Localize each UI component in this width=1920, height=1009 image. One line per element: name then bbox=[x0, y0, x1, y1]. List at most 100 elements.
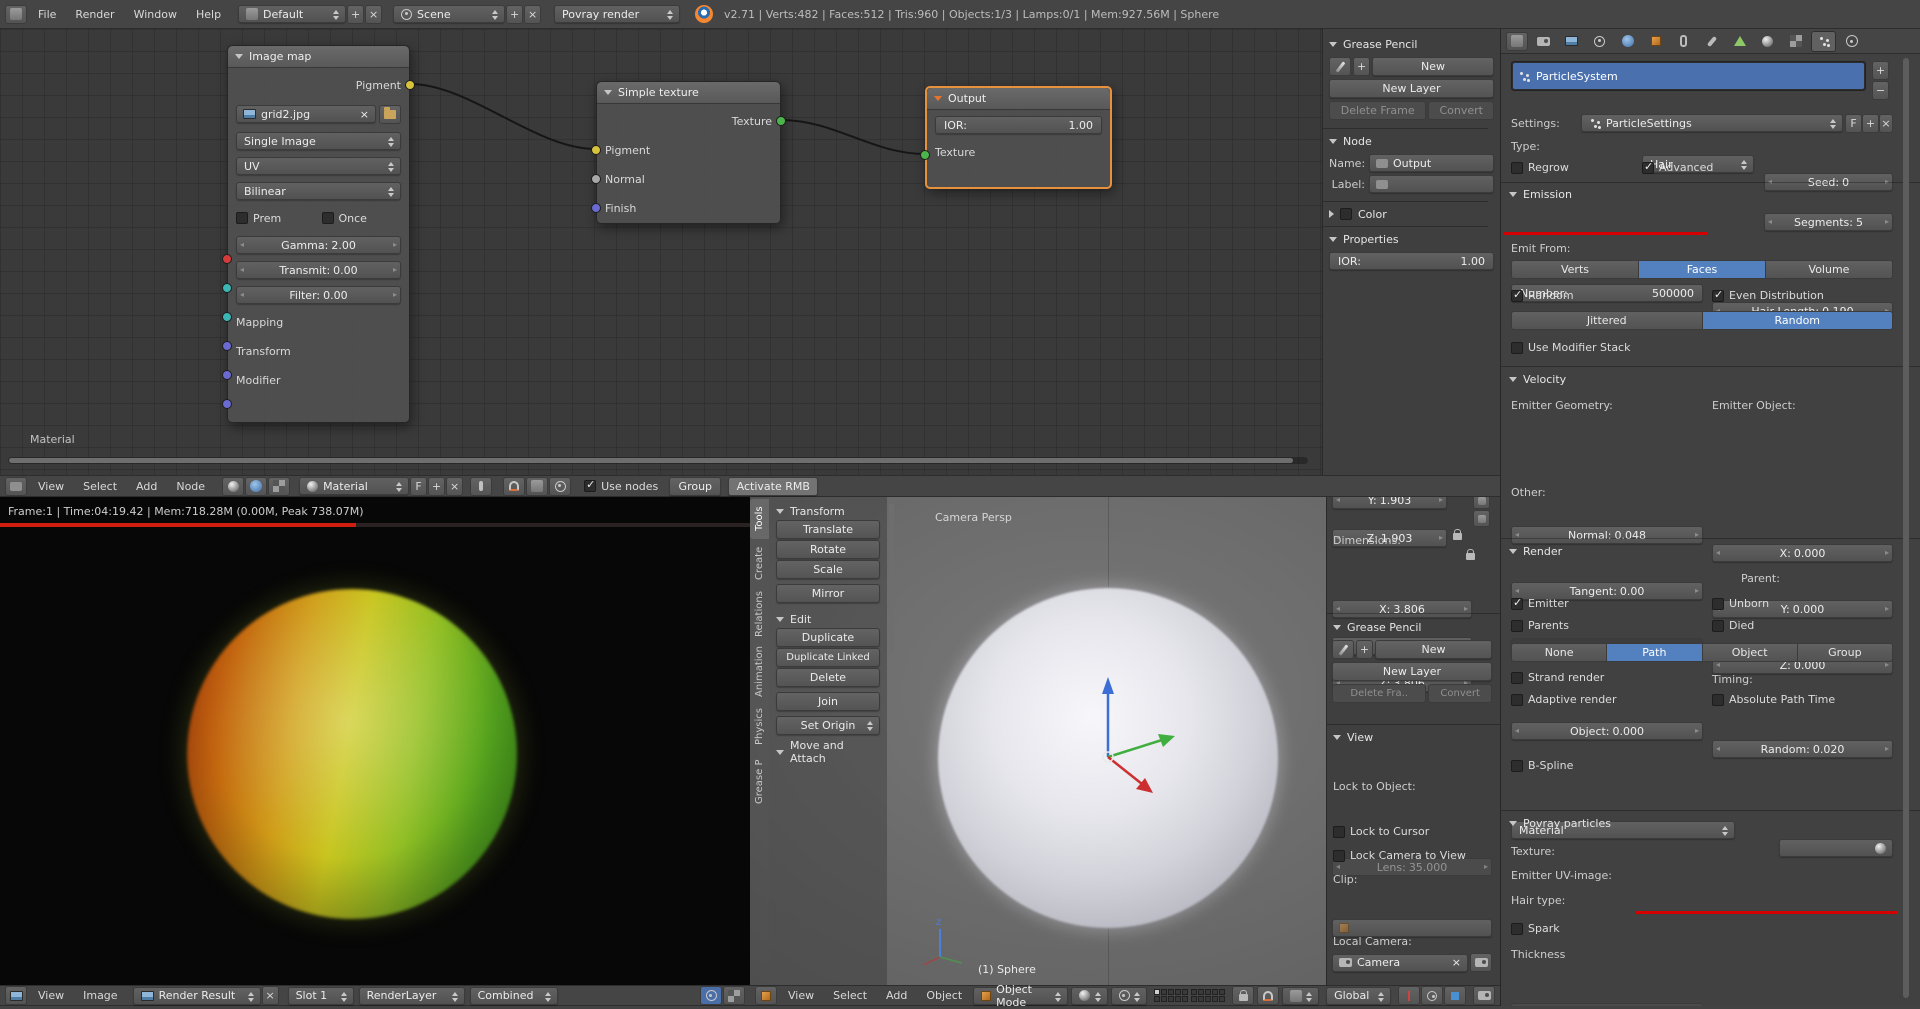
node-panel-header[interactable]: Node bbox=[1329, 131, 1494, 151]
snap-element-dropdown[interactable] bbox=[1282, 987, 1319, 1005]
unlink-camera-icon[interactable]: × bbox=[1452, 956, 1461, 969]
add-screen-layout-button[interactable]: + bbox=[347, 5, 364, 24]
grease-pencil-add-button[interactable]: + bbox=[1356, 640, 1373, 659]
parents-checkbox[interactable]: Parents bbox=[1511, 619, 1569, 632]
transform-input-socket[interactable] bbox=[222, 370, 232, 380]
prem-checkbox[interactable]: Prem bbox=[236, 212, 316, 225]
delete-frame-button[interactable]: Delete Fra.. bbox=[1332, 684, 1426, 703]
collapse-triangle[interactable] bbox=[934, 96, 942, 101]
convert-button[interactable]: Convert bbox=[1428, 101, 1494, 120]
edit-panel-header[interactable]: Edit bbox=[776, 610, 880, 628]
velocity-object-field[interactable]: Object:0.000 bbox=[1511, 722, 1703, 740]
opengl-render-button[interactable] bbox=[1473, 986, 1495, 1005]
grease-pencil-new-button[interactable]: New bbox=[1372, 57, 1494, 76]
render-object-button[interactable]: Object bbox=[1703, 643, 1798, 662]
transform-panel-header[interactable]: Transform bbox=[776, 502, 880, 520]
tab-render-layers[interactable] bbox=[1559, 31, 1584, 52]
editor-type-3d-button[interactable] bbox=[755, 986, 777, 1005]
tab-object-data[interactable] bbox=[1727, 31, 1752, 52]
gamma-input-socket[interactable] bbox=[222, 254, 232, 264]
activate-rmb-button[interactable]: Activate RMB bbox=[728, 477, 818, 496]
transmit-input-socket[interactable] bbox=[222, 283, 232, 293]
properties-scrollbar[interactable] bbox=[1903, 58, 1909, 998]
group-button[interactable]: Group bbox=[669, 477, 721, 496]
strand-render-checkbox[interactable]: Strand render bbox=[1511, 671, 1604, 684]
unlink-material-button[interactable]: × bbox=[446, 477, 463, 496]
velocity-panel-header[interactable]: Velocity bbox=[1509, 370, 1566, 388]
transform-manipulator[interactable] bbox=[1038, 637, 1208, 817]
layer-toggle[interactable] bbox=[1175, 996, 1181, 1002]
emit-from-faces-button[interactable]: Faces bbox=[1639, 260, 1766, 279]
tab-world[interactable] bbox=[1615, 31, 1640, 52]
viewport-canvas[interactable]: Camera Persp (1) Sphere z Tools Create R… bbox=[750, 497, 1500, 985]
new-layer-button[interactable]: New Layer bbox=[1329, 79, 1494, 98]
collapse-triangle[interactable] bbox=[235, 54, 243, 59]
random-distribution-button[interactable]: Random bbox=[1703, 311, 1894, 330]
join-button[interactable]: Join bbox=[776, 692, 880, 711]
render-layer-dropdown[interactable]: RenderLayer bbox=[359, 987, 465, 1005]
snap-toggle-button[interactable] bbox=[1257, 986, 1279, 1005]
layer-toggle[interactable] bbox=[1175, 989, 1181, 995]
layer-toggle[interactable] bbox=[1219, 996, 1225, 1002]
snap-toggle-button[interactable] bbox=[503, 477, 525, 496]
transform-orientation-dropdown[interactable]: Global bbox=[1326, 987, 1391, 1005]
menu-add[interactable]: Add bbox=[128, 476, 165, 496]
lock-to-scene-button[interactable] bbox=[1232, 986, 1254, 1005]
shader-type-world-toggle[interactable] bbox=[245, 477, 267, 496]
layer-toggle[interactable] bbox=[1154, 996, 1160, 1002]
advanced-checkbox[interactable]: Advanced bbox=[1642, 161, 1713, 174]
pivot-point-dropdown[interactable] bbox=[1111, 987, 1148, 1005]
tab-physics[interactable]: Physics bbox=[750, 703, 769, 751]
mapping-input-socket[interactable] bbox=[222, 341, 232, 351]
transmit-field[interactable]: Transmit:0.00 bbox=[236, 261, 401, 279]
layer-toggle[interactable] bbox=[1191, 989, 1197, 995]
node-image-map[interactable]: Image map Pigment grid2.jpg× Single Imag… bbox=[227, 45, 410, 423]
delete-screen-layout-button[interactable]: × bbox=[365, 5, 382, 24]
set-origin-button[interactable]: Set Origin bbox=[776, 716, 880, 735]
particle-system-list[interactable]: ParticleSystem bbox=[1511, 61, 1866, 91]
viewport-shading-dropdown[interactable] bbox=[1071, 987, 1108, 1005]
view-panel-header[interactable]: View bbox=[1333, 728, 1373, 746]
manipulator-scale-button[interactable] bbox=[1444, 986, 1466, 1005]
jittered-button[interactable]: Jittered bbox=[1511, 311, 1703, 330]
render-group-button[interactable]: Group bbox=[1798, 643, 1893, 662]
tab-object[interactable] bbox=[1643, 31, 1668, 52]
shader-type-material-toggle[interactable] bbox=[222, 477, 244, 496]
random-checkbox[interactable]: Random bbox=[1511, 289, 1574, 302]
pigment-output-socket[interactable] bbox=[405, 80, 415, 90]
tab-grease-pencil[interactable]: Grease P bbox=[750, 753, 769, 811]
tab-physics[interactable] bbox=[1839, 31, 1864, 52]
menu-view[interactable]: View bbox=[30, 986, 72, 1005]
tab-constraints[interactable] bbox=[1671, 31, 1696, 52]
grease-pencil-add-button[interactable]: + bbox=[1353, 57, 1370, 76]
translate-button[interactable]: Translate bbox=[776, 520, 880, 539]
grease-pencil-panel-header[interactable]: Grease Pencil bbox=[1329, 34, 1494, 54]
grease-pencil-draw-button[interactable] bbox=[1329, 57, 1351, 76]
layer-toggle[interactable] bbox=[1182, 996, 1188, 1002]
tab-animation[interactable]: Animation bbox=[750, 643, 769, 701]
render-nodes-button[interactable] bbox=[549, 477, 571, 496]
scale-y-field[interactable]: Y:1.903 bbox=[1332, 497, 1447, 509]
mirror-button[interactable]: Mirror bbox=[776, 584, 880, 603]
pigment-input-socket[interactable] bbox=[591, 145, 601, 155]
texture-input-socket[interactable] bbox=[920, 150, 930, 160]
menu-window[interactable]: Window bbox=[126, 0, 185, 28]
interpolation-dropdown[interactable]: Bilinear bbox=[236, 182, 401, 200]
image-datablock-field[interactable]: grid2.jpg× bbox=[236, 105, 376, 123]
render-pass-dropdown[interactable]: Combined bbox=[470, 987, 558, 1005]
tab-tools[interactable]: Tools bbox=[750, 499, 769, 539]
rotate-button[interactable]: Rotate bbox=[776, 540, 880, 559]
layer-toggle[interactable] bbox=[1212, 989, 1218, 995]
add-scene-button[interactable]: + bbox=[506, 5, 523, 24]
scale-options-button[interactable] bbox=[1473, 510, 1490, 527]
tab-create[interactable]: Create bbox=[750, 541, 769, 585]
delete-scene-button[interactable]: × bbox=[524, 5, 541, 24]
properties-panel-header[interactable]: Properties bbox=[1329, 229, 1494, 249]
layer-toggle[interactable] bbox=[1198, 989, 1204, 995]
add-particle-system-button[interactable]: + bbox=[1872, 61, 1889, 80]
dimension-x-field[interactable]: X:3.806 bbox=[1332, 600, 1472, 618]
menu-view[interactable]: View bbox=[30, 476, 72, 496]
emission-panel-header[interactable]: Emission bbox=[1509, 185, 1572, 203]
scene-selector[interactable]: Scene bbox=[393, 5, 505, 23]
ior-slider[interactable]: IOR:1.00 bbox=[1329, 252, 1494, 270]
